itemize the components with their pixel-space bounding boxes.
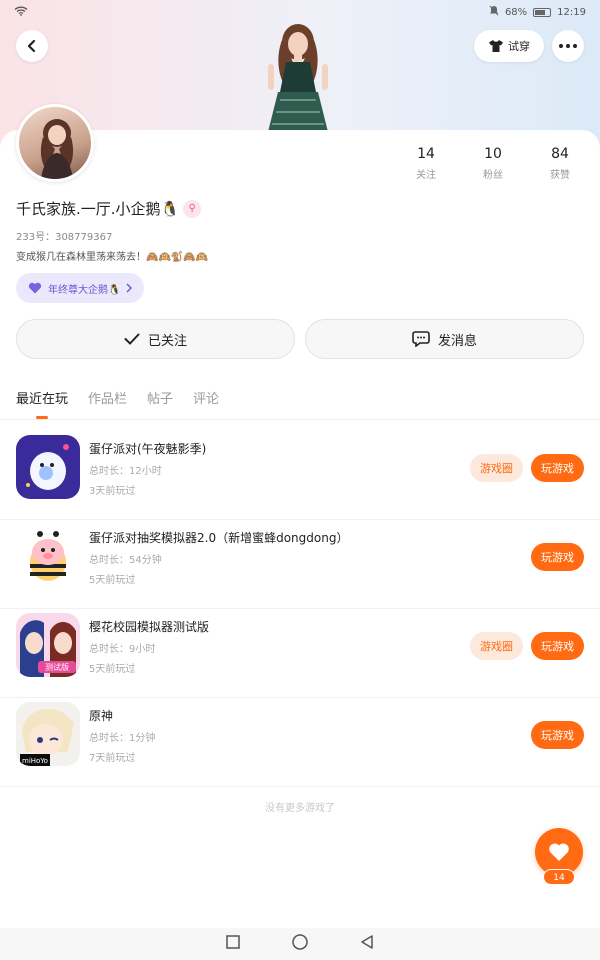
chevron-right-icon [126,283,133,293]
more-dots-icon [559,44,577,48]
no-more-games-text: 没有更多游戏了 [265,803,335,814]
home-icon[interactable] [291,933,309,955]
play-game-button[interactable]: 玩游戏 [531,454,584,482]
battery-icon [533,7,552,17]
tab-comments[interactable]: 评论 [193,388,219,419]
following-label: 已关注 [147,333,187,349]
more-button[interactable] [552,30,584,62]
recent-apps-icon[interactable] [225,934,241,954]
tab-recently-played[interactable]: 最近在玩 [16,388,68,419]
heart-icon [28,282,42,294]
game-circle-button[interactable]: 游戏圈 [470,454,523,482]
eggy-simulator-game-icon[interactable] [16,524,80,588]
stat-number: 14 [417,146,435,162]
back-nav-icon[interactable] [359,934,375,954]
search-badge-icon[interactable]: ⚲ [183,199,202,218]
stat-followers[interactable]: 10 粉丝 [465,146,521,181]
game-duration: 总时长：12小时 [89,466,162,477]
game-last-played: 5天前玩过 [89,664,136,675]
eggy-party-game-icon[interactable] [16,435,80,499]
game-title: 樱花校园模拟器测试版 [89,620,210,634]
wifi-icon [14,6,28,19]
profile-tabs: 最近在玩 作品栏 帖子 评论 [16,388,219,419]
battery-percent: 68% [504,6,528,18]
send-message-button[interactable]: 发消息 [305,319,584,359]
clock: 12:19 [557,6,586,18]
stat-label: 粉丝 [483,170,503,181]
game-icon-text: miHoYo [22,757,48,765]
system-navigation-bar [0,928,600,960]
game-title: 原神 [89,709,114,723]
back-button[interactable] [16,30,48,62]
title-tag-label: 年终尊大企鹅🐧 [48,284,121,296]
avatar-figure-image [258,22,338,132]
like-count: 14 [543,869,575,885]
game-row[interactable]: 蛋仔派对抽奖模拟器2.0（新增蜜蜂dongdong） 总时长：54分钟 5天前玩… [0,521,600,609]
profile-stats: 14 关注 10 粉丝 84 获赞 [398,146,588,181]
game-circle-button[interactable]: 游戏圈 [470,632,523,660]
game-title: 蛋仔派对(午夜魅影季) [89,442,207,456]
game-row[interactable]: miHoYo 原神 总时长：1分钟 7天前玩过 玩游戏 [0,699,600,787]
send-message-label: 发消息 [437,333,477,349]
game-last-played: 7天前玩过 [89,753,136,764]
name-row: 千氏家族.一厅.小企鹅🐧 ⚲ [16,198,202,219]
check-icon [124,333,140,345]
chat-icon [412,331,430,347]
try-on-label: 试穿 [508,40,530,53]
play-game-button[interactable]: 玩游戏 [531,721,584,749]
game-last-played: 3天前玩过 [89,486,136,497]
stat-number: 10 [484,146,502,162]
game-duration: 总时长：54分钟 [89,555,162,566]
game-list: 蛋仔派对(午夜魅影季) 总时长：12小时 3天前玩过 游戏圈 玩游戏 蛋仔派对抽… [0,432,600,788]
avatar[interactable] [16,104,94,182]
tab-works[interactable]: 作品栏 [88,388,127,419]
play-game-button[interactable]: 玩游戏 [531,543,584,571]
game-duration: 总时长：9小时 [89,644,156,655]
game-title: 蛋仔派对抽奖模拟器2.0（新增蜜蜂dongdong） [89,531,349,545]
user-bio: 变成猴几在森林里荡来荡去！🙈🙉🐒🙈🙉 [16,252,209,263]
stat-number: 84 [551,146,569,162]
play-game-button[interactable]: 玩游戏 [531,632,584,660]
mute-icon [489,5,499,19]
game-row[interactable]: 测试版 樱花校园模拟器测试版 总时长：9小时 5天前玩过 游戏圈 玩游戏 [0,610,600,698]
divider [0,419,600,420]
stat-following[interactable]: 14 关注 [398,146,454,181]
game-duration: 总时长：1分钟 [89,733,156,744]
genshin-impact-game-icon[interactable]: miHoYo [16,702,80,766]
game-icon-text: 测试版 [45,662,69,672]
game-row[interactable]: 蛋仔派对(午夜魅影季) 总时长：12小时 3天前玩过 游戏圈 玩游戏 [0,432,600,520]
tab-posts[interactable]: 帖子 [147,388,173,419]
title-tag[interactable]: 年终尊大企鹅🐧 [16,273,145,303]
sakura-school-game-icon[interactable]: 测试版 [16,613,80,677]
try-on-button[interactable]: 试穿 [474,30,544,62]
user-name: 千氏家族.一厅.小企鹅🐧 [16,200,180,218]
game-last-played: 5天前玩过 [89,575,136,586]
heart-icon [549,843,569,861]
following-button[interactable]: 已关注 [16,319,295,359]
stat-likes[interactable]: 84 获赞 [532,146,588,181]
status-bar: 68% 12:19 [0,0,600,24]
chevron-left-icon [27,39,36,53]
stat-label: 关注 [416,170,436,181]
user-id: 233号：308779367 [16,232,113,243]
stat-label: 获赞 [550,170,570,181]
shirt-icon [489,40,503,52]
